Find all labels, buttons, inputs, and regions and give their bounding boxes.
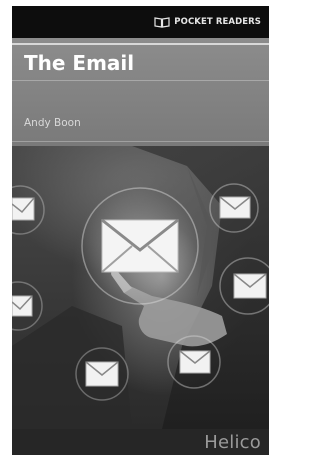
photo-illustration (12, 146, 269, 429)
open-book-icon (154, 17, 170, 28)
envelope-icon (233, 273, 267, 299)
series-name: POCKET READERS (174, 17, 261, 27)
divider (12, 141, 269, 142)
book-cover: POCKET READERS The Email Andy Boon Helic… (12, 6, 269, 455)
title-band: The Email Andy Boon (12, 38, 269, 146)
publisher-logo: Helico (204, 432, 261, 453)
envelope-icon (12, 197, 35, 221)
cover-photo (12, 146, 269, 429)
divider (12, 80, 269, 81)
envelope-icon (179, 350, 211, 374)
envelope-icon (12, 295, 33, 317)
author-name: Andy Boon (24, 117, 81, 129)
envelope-icon (101, 218, 179, 273)
envelope-icon (219, 196, 251, 219)
series-strip: POCKET READERS (12, 6, 269, 38)
publisher-strip: Helico (12, 429, 269, 455)
book-title: The Email (24, 51, 135, 75)
divider (12, 43, 269, 45)
envelope-icon (85, 361, 119, 387)
series-logo: POCKET READERS (154, 15, 261, 29)
